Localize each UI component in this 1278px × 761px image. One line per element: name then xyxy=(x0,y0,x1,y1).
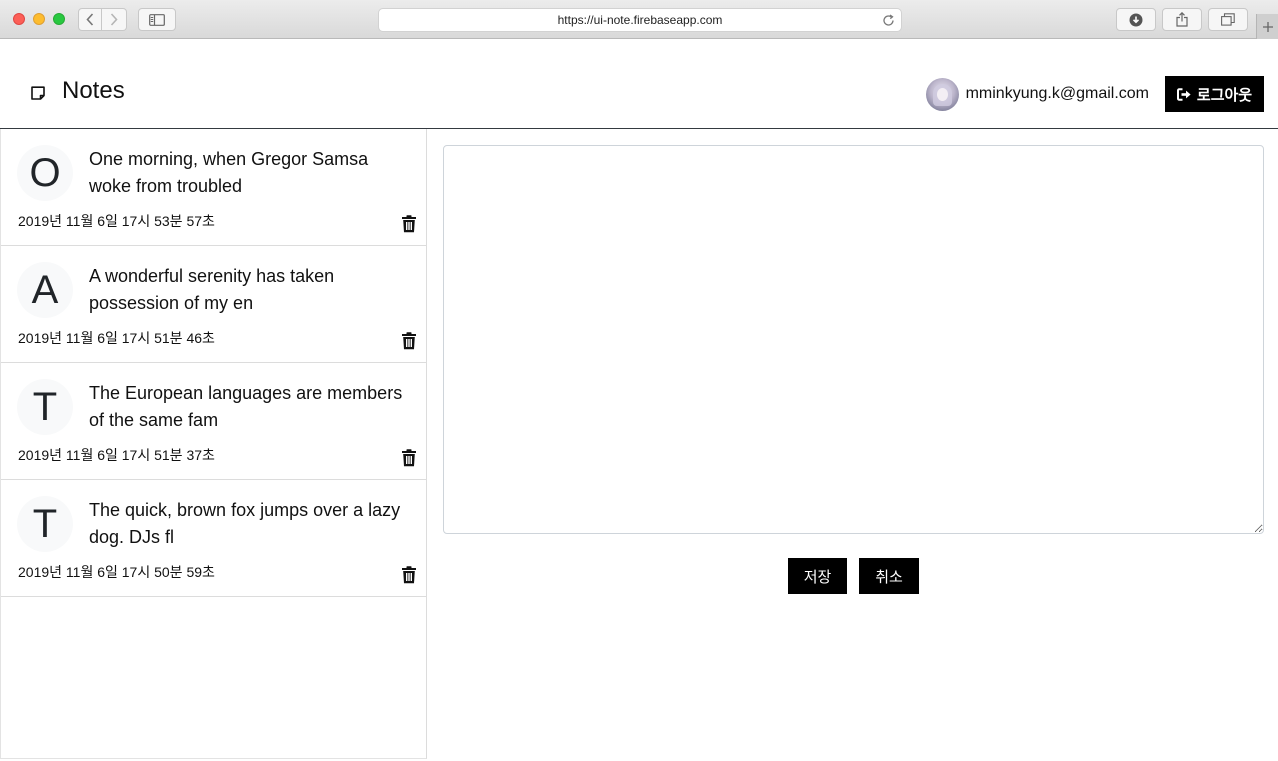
note-preview: The quick, brown fox jumps over a lazy d… xyxy=(89,500,401,547)
chevron-left-icon xyxy=(86,13,94,26)
user-email: mminkyung.k@gmail.com xyxy=(965,85,1149,102)
note-list-item[interactable]: T The European languages are members of … xyxy=(1,363,426,480)
chevron-right-icon xyxy=(110,13,118,26)
note-date: 2019년 11월 6일 17시 51분 46초 xyxy=(18,330,215,346)
editor-actions: 저장 취소 xyxy=(788,558,919,594)
note-list-item[interactable]: O One morning, when Gregor Samsa woke fr… xyxy=(1,129,426,246)
note-list-item[interactable]: A A wonderful serenity has taken possess… xyxy=(1,246,426,363)
note-preview: A wonderful serenity has taken possessio… xyxy=(89,266,335,313)
logout-label: 로그아웃 xyxy=(1196,86,1253,104)
note-initial: A xyxy=(17,262,73,318)
plus-icon xyxy=(1262,21,1273,32)
avatar xyxy=(925,77,959,111)
close-window-button[interactable] xyxy=(13,13,25,25)
trash-icon[interactable] xyxy=(401,215,417,233)
downloads-button[interactable] xyxy=(1116,8,1156,31)
note-initial: O xyxy=(17,145,73,201)
note-preview: One morning, when Gregor Samsa woke from… xyxy=(89,149,369,196)
note-date: 2019년 11월 6일 17시 50분 59초 xyxy=(18,564,215,580)
trash-icon[interactable] xyxy=(401,449,417,467)
back-button[interactable] xyxy=(78,8,102,31)
note-date: 2019년 11월 6일 17시 53분 57초 xyxy=(18,213,215,229)
brand[interactable]: Notes xyxy=(30,77,125,105)
note-date: 2019년 11월 6일 17시 51분 37초 xyxy=(18,447,215,463)
note-editor[interactable] xyxy=(443,145,1264,534)
trash-icon[interactable] xyxy=(401,332,417,350)
minimize-window-button[interactable] xyxy=(33,13,45,25)
sidebar-icon xyxy=(149,13,165,26)
note-preview: The European languages are members of th… xyxy=(89,383,403,430)
page-title: Notes xyxy=(62,77,125,104)
browser-toolbar: https://ui-note.firebaseapp.com xyxy=(0,0,1278,39)
tabs-icon xyxy=(1221,13,1235,26)
logout-button[interactable]: 로그아웃 xyxy=(1165,76,1264,112)
note-list: O One morning, when Gregor Samsa woke fr… xyxy=(0,129,427,759)
url-text: https://ui-note.firebaseapp.com xyxy=(557,13,723,27)
note-initial: T xyxy=(17,496,73,552)
user-area: mminkyung.k@gmail.com 로그아웃 xyxy=(925,76,1264,112)
download-icon xyxy=(1129,13,1143,26)
app-header: Notes mminkyung.k@gmail.com 로그아웃 xyxy=(0,39,1278,129)
sign-out-icon xyxy=(1176,87,1191,101)
save-button[interactable]: 저장 xyxy=(788,558,847,594)
forward-button[interactable] xyxy=(102,8,127,31)
new-tab-button[interactable] xyxy=(1256,14,1278,39)
cancel-button[interactable]: 취소 xyxy=(859,558,919,594)
sticky-note-icon xyxy=(31,86,45,100)
show-sidebar-button[interactable] xyxy=(138,8,176,31)
zoom-window-button[interactable] xyxy=(53,13,65,25)
address-bar[interactable]: https://ui-note.firebaseapp.com xyxy=(378,8,902,32)
note-list-item[interactable]: T The quick, brown fox jumps over a lazy… xyxy=(1,480,426,597)
note-initial: T xyxy=(17,379,73,435)
tab-overview-button[interactable] xyxy=(1208,8,1248,31)
trash-icon[interactable] xyxy=(401,566,417,584)
share-button[interactable] xyxy=(1162,8,1202,31)
share-icon xyxy=(1176,12,1188,27)
reload-icon[interactable] xyxy=(882,14,895,27)
